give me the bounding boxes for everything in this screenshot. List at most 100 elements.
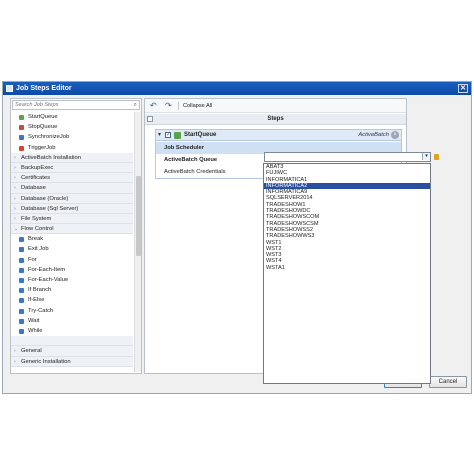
- tree-category[interactable]: › File System: [11, 213, 133, 225]
- tree-item-label: General: [21, 348, 42, 355]
- tree-item-label: ActiveBatch Installation: [21, 154, 81, 161]
- close-button[interactable]: ✕: [458, 84, 468, 93]
- chevron-icon: ›: [14, 205, 16, 212]
- tree-category[interactable]: › Generic Installation: [11, 356, 133, 367]
- chevron-icon: ›: [14, 164, 16, 171]
- trigger-job-icon: [19, 145, 24, 151]
- job-steps-panel: ⌕ StartQueue StopQueue SynchronizeJob Trigg…: [10, 98, 142, 374]
- tree-item-label: For: [28, 256, 37, 263]
- stop-queue-icon: [19, 125, 24, 131]
- for-each-item-icon: [19, 267, 24, 273]
- chevron-icon: ›: [14, 175, 16, 182]
- step-source: ActiveBatch: [358, 132, 389, 138]
- tree-item-label: Break: [28, 236, 44, 243]
- edit-variable-icon[interactable]: [434, 154, 439, 160]
- start-queue-icon: [19, 115, 24, 120]
- cancel-button[interactable]: Cancel: [429, 376, 467, 388]
- tree-category[interactable]: › Database (Oracle): [11, 193, 133, 204]
- tree-category[interactable]: › Database: [11, 183, 133, 194]
- tree-item[interactable]: While: [11, 326, 133, 336]
- tree-category[interactable]: › General: [11, 346, 133, 357]
- app-icon: [6, 85, 13, 92]
- step-enabled-checkbox[interactable]: ✓: [165, 132, 171, 138]
- search-icon[interactable]: ⌕: [134, 102, 137, 109]
- tree-item-label: If Branch: [28, 287, 52, 294]
- tree-scrollbar[interactable]: [134, 112, 141, 372]
- chevron-icon: ›: [14, 185, 16, 192]
- tree-item-label: Exit Job: [28, 246, 49, 253]
- tree-category[interactable]: › Certificates: [11, 173, 133, 184]
- chevron-icon: ⌄: [14, 226, 19, 233]
- tree-item[interactable]: If Branch: [11, 285, 133, 295]
- tree-item-label: TriggerJob: [28, 144, 56, 151]
- tree-item[interactable]: For-Each-Item: [11, 265, 133, 275]
- search-box: ⌕: [12, 100, 140, 110]
- tree-item[interactable]: For-Each-Value: [11, 275, 133, 285]
- title-bar: Job Steps Editor ✕: [3, 82, 471, 95]
- wait-icon: [19, 318, 24, 324]
- scrollbar-thumb[interactable]: [136, 176, 141, 256]
- chevron-icon: ›: [14, 215, 16, 222]
- remove-step-icon[interactable]: ×: [391, 131, 399, 139]
- tree-category[interactable]: › Database (Sql Server): [11, 203, 133, 214]
- dropdown-arrow-icon[interactable]: ▾: [422, 153, 430, 160]
- collapse-all-button[interactable]: Collapse All: [183, 103, 212, 109]
- chevron-icon: ›: [14, 195, 16, 202]
- undo-icon[interactable]: ↶: [150, 101, 157, 111]
- tree-item-label: Wait: [28, 317, 40, 324]
- tree-item-label: Flow Control: [21, 226, 54, 233]
- expand-icon[interactable]: ▾: [158, 131, 161, 138]
- tree-category[interactable]: › ActiveBatch Installation: [11, 152, 133, 163]
- dropdown-option[interactable]: WSTA1: [264, 265, 430, 271]
- tree-item-label: For-Each-Item: [28, 266, 66, 273]
- tree-item-label: Generic Installation: [21, 358, 71, 365]
- tree-item-label: Database: [21, 185, 46, 192]
- property-label: Job Scheduler: [164, 145, 204, 151]
- steps-header: Steps: [145, 114, 406, 125]
- redo-icon[interactable]: ↷: [165, 101, 172, 111]
- tree-item-label: For-Each-Value: [28, 277, 69, 283]
- chevron-icon: ›: [14, 154, 16, 161]
- tree-item[interactable]: For: [11, 255, 133, 265]
- synchronize-job-icon: [19, 135, 24, 141]
- tree-category[interactable]: [11, 336, 133, 347]
- tree-item-label: Database (Sql Server): [21, 205, 79, 212]
- tree-item[interactable]: StartQueue: [11, 112, 133, 122]
- tree-item[interactable]: TriggerJob: [11, 143, 133, 153]
- tree-item-label: File System: [21, 215, 52, 222]
- tree-item[interactable]: SynchronizeJob: [11, 132, 133, 142]
- chevron-icon: ›: [14, 358, 16, 365]
- if-else-icon: [19, 298, 24, 304]
- tree-category[interactable]: ⌄ Flow Control: [11, 224, 133, 235]
- window-title: Job Steps Editor: [16, 85, 72, 92]
- tree-item[interactable]: Wait: [11, 316, 133, 326]
- tree-item-label: If-Else: [28, 297, 45, 304]
- start-queue-icon: [174, 132, 181, 139]
- tree-item-label: Database (Oracle): [21, 195, 69, 202]
- tree-item[interactable]: Break: [11, 234, 133, 244]
- break-icon: [19, 237, 24, 243]
- tree-item[interactable]: Exit Job: [11, 244, 133, 254]
- step-header[interactable]: ▾ ✓ StartQueue ActiveBatch ×: [156, 130, 401, 141]
- toolbar-separator: [178, 102, 179, 110]
- job-scheduler-dropdown-list: ABAT3 FUJIWC INFORMATICA1 INFORMATICA2 INFOR…: [263, 163, 431, 384]
- steps-toolbar: ↶ ↷ Collapse All: [145, 99, 406, 113]
- chevron-icon: ›: [14, 348, 16, 355]
- tree-item-label: Try-Catch: [28, 307, 54, 314]
- property-label: ActiveBatch Queue: [164, 157, 218, 163]
- tree-item[interactable]: If-Else: [11, 295, 133, 305]
- job-steps-tree: StartQueue StopQueue SynchronizeJob Trigger…: [11, 112, 133, 372]
- property-label: ActiveBatch Credentials: [164, 169, 226, 175]
- for-each-value-icon: [19, 278, 24, 283]
- job-scheduler-combo[interactable]: ▾: [264, 152, 431, 162]
- tree-item[interactable]: Try-Catch: [11, 306, 133, 316]
- search-input[interactable]: [13, 101, 123, 109]
- tree-item[interactable]: StopQueue: [11, 122, 133, 132]
- tree-item-label: Certificates: [21, 175, 50, 182]
- tree-item-label: StartQueue: [28, 114, 58, 120]
- while-icon: [19, 328, 24, 334]
- tree-item-label: SynchronizeJob: [28, 134, 70, 141]
- exit-job-icon: [19, 247, 24, 253]
- try-catch-icon: [19, 308, 24, 314]
- tree-category[interactable]: › BackupExec: [11, 162, 133, 174]
